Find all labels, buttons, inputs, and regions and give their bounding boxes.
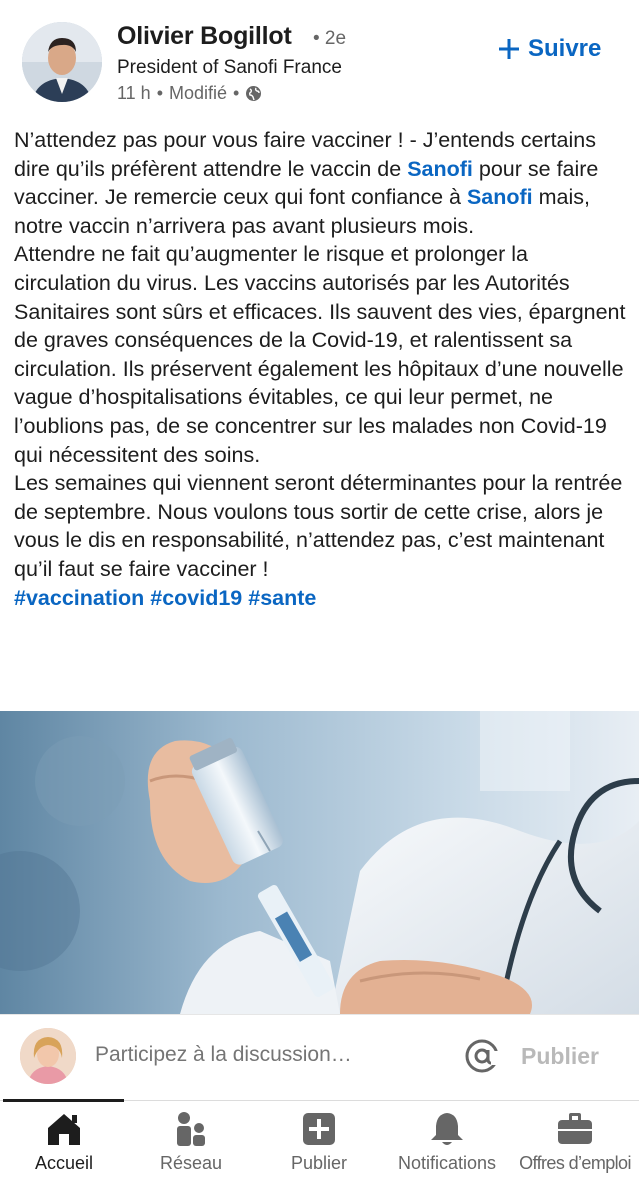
bottom-navigation: Accueil Réseau Publier Notifications Off… — [0, 1099, 639, 1200]
post-time: 11 h — [117, 83, 151, 103]
comment-input[interactable] — [95, 1043, 425, 1067]
author-avatar[interactable] — [22, 22, 102, 102]
globe-icon — [245, 85, 262, 102]
nav-label: Publier — [290, 1153, 348, 1173]
nav-label: Accueil — [34, 1153, 94, 1173]
follow-label: Suivre — [528, 35, 602, 62]
post-icon — [299, 1109, 339, 1149]
hashtag-link[interactable]: #covid19 — [150, 586, 242, 610]
meta-separator: • — [233, 83, 240, 103]
nav-label: Notifications — [397, 1153, 497, 1173]
post-text: N’attendez pas pour vous faire vacciner … — [14, 126, 629, 612]
briefcase-icon — [555, 1109, 595, 1149]
nav-item-network[interactable]: Réseau — [127, 1101, 255, 1200]
author-name[interactable]: Olivier Bogillot — [117, 22, 292, 51]
plus-icon — [498, 38, 520, 60]
meta-separator: • — [156, 83, 164, 103]
post-image[interactable] — [0, 711, 639, 1014]
mention-at-icon[interactable] — [463, 1037, 501, 1075]
publish-button[interactable]: Publier — [521, 1043, 599, 1070]
hashtag-link[interactable]: #vaccination — [14, 586, 144, 610]
connection-degree: • 2e — [313, 28, 347, 49]
user-avatar[interactable] — [20, 1028, 76, 1084]
hashtag-link[interactable]: #sante — [248, 586, 316, 610]
post-paragraph: Les semaines qui viennent seront détermi… — [14, 471, 623, 581]
nav-item-home[interactable]: Accueil — [0, 1101, 128, 1200]
mention-link-sanofi[interactable]: Sanofi — [467, 185, 533, 209]
nav-item-post[interactable]: Publier — [255, 1101, 383, 1200]
author-headline: President of Sanofi France — [117, 57, 342, 78]
post-paragraph: Attendre ne fait qu’augmenter le risque … — [14, 242, 626, 467]
post-paragraph: N’attendez pas pour vous faire vacciner … — [14, 126, 629, 240]
post-meta: 11 h • Modifié • — [117, 83, 262, 104]
home-icon — [44, 1109, 84, 1149]
hashtag-list: #vaccination #covid19 #sante — [14, 584, 629, 613]
bell-icon — [427, 1109, 467, 1149]
network-icon — [171, 1109, 211, 1149]
nav-item-notifications[interactable]: Notifications — [383, 1101, 511, 1200]
edited-label: Modifié — [169, 83, 228, 103]
post-header: Olivier Bogillot • 2e President of Sanof… — [0, 0, 639, 120]
nav-label: Réseau — [159, 1153, 223, 1173]
nav-label: Offres d’emploi — [519, 1153, 631, 1173]
mention-link-sanofi[interactable]: Sanofi — [407, 157, 473, 181]
nav-item-jobs[interactable]: Offres d’emploi — [511, 1101, 639, 1200]
comment-bar: Publier — [0, 1014, 639, 1100]
follow-button[interactable]: Suivre — [498, 35, 601, 63]
